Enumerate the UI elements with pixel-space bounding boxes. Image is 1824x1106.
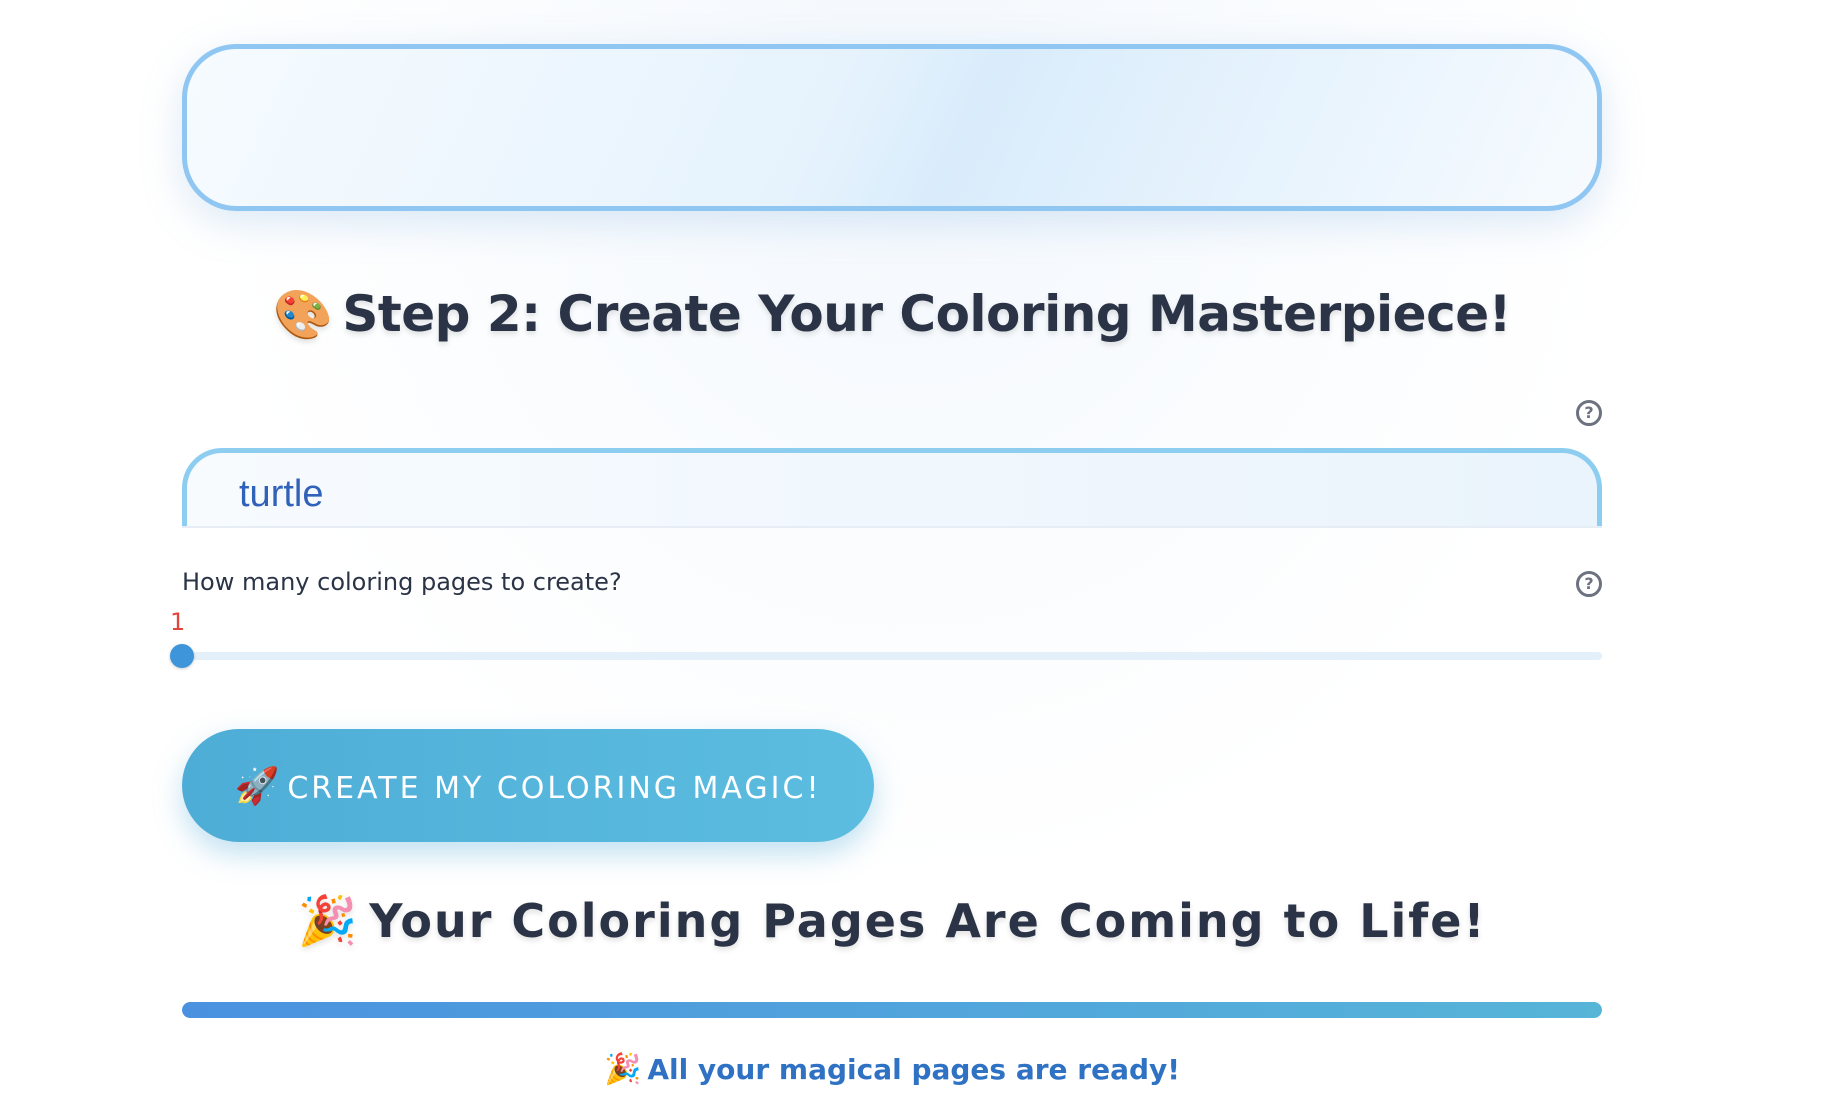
page: 🎨 Step 2: Create Your Coloring Masterpiec… bbox=[0, 0, 1824, 1106]
step-2-title-text: Step 2: Create Your Coloring Masterpiece… bbox=[342, 285, 1511, 343]
prompt-input-container bbox=[182, 448, 1602, 528]
step-2-heading: 🎨 Step 2: Create Your Coloring Masterpiec… bbox=[182, 285, 1602, 343]
ready-message: 🎉 All your magical pages are ready! bbox=[182, 1052, 1602, 1087]
palette-icon: 🎨 bbox=[273, 287, 333, 343]
page-count-slider-track[interactable] bbox=[182, 652, 1602, 660]
progress-fill bbox=[182, 1002, 1602, 1018]
create-coloring-button[interactable]: 🚀 CREATE MY COLORING MAGIC! bbox=[182, 729, 874, 842]
input-divider bbox=[182, 526, 1602, 528]
subject-input[interactable] bbox=[237, 465, 1541, 523]
question-circle-icon[interactable]: ? bbox=[1576, 571, 1602, 597]
ready-message-text: All your magical pages are ready! bbox=[647, 1053, 1181, 1086]
create-button-label: CREATE MY COLORING MAGIC! bbox=[287, 771, 822, 806]
generation-progress-bar bbox=[182, 1002, 1602, 1018]
slider-value-readout: 1 bbox=[170, 608, 186, 636]
results-heading: 🎉 Your Coloring Pages Are Coming to Life! bbox=[182, 892, 1602, 949]
page-count-slider-thumb[interactable] bbox=[170, 644, 194, 668]
question-circle-icon[interactable]: ? bbox=[1576, 400, 1602, 426]
header-banner bbox=[182, 44, 1602, 211]
results-title-text: Your Coloring Pages Are Coming to Life! bbox=[369, 894, 1487, 948]
page-count-label: How many coloring pages to create? bbox=[182, 568, 622, 596]
rocket-icon: 🚀 bbox=[234, 766, 280, 807]
party-popper-icon: 🎉 bbox=[603, 1052, 642, 1087]
party-popper-icon: 🎉 bbox=[297, 893, 360, 949]
